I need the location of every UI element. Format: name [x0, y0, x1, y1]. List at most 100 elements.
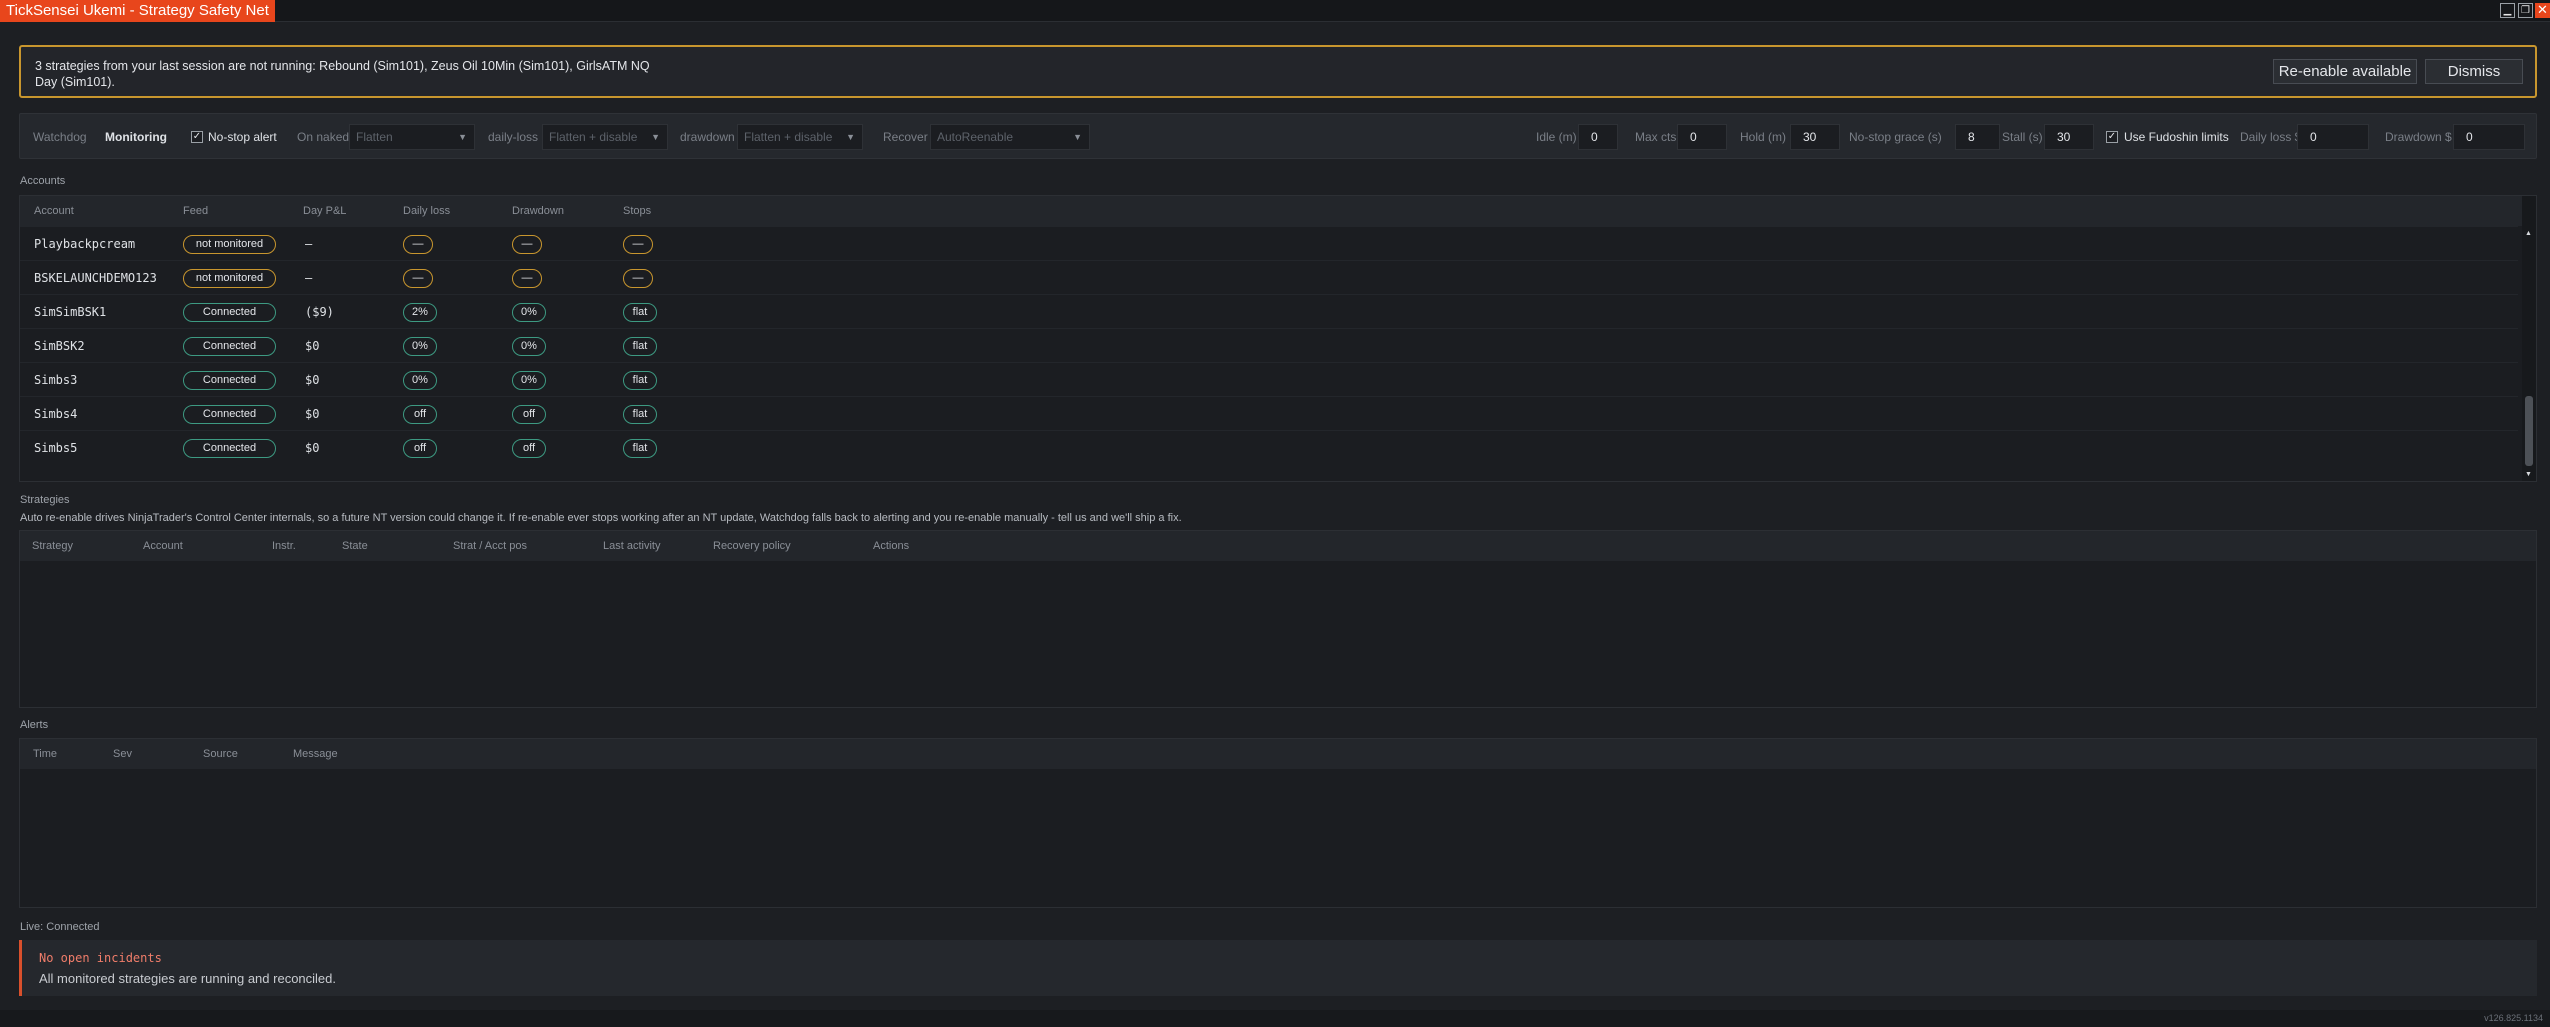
idle-label: Idle (m) — [1536, 130, 1577, 144]
banner-message: 3 strategies from your last session are … — [35, 59, 650, 89]
on-naked-label: On naked — [297, 130, 350, 144]
day-pnl: $0 — [305, 373, 320, 387]
on-naked-select[interactable]: Flatten ▼ — [349, 124, 475, 150]
drawdown-badge: — — [512, 269, 542, 288]
accounts-table: Account Feed Day P&L Daily loss Drawdown… — [19, 195, 2537, 482]
minimize-icon[interactable]: ▁ — [2500, 3, 2515, 18]
column-header[interactable]: Feed — [183, 196, 208, 226]
chevron-down-icon: ▼ — [458, 132, 467, 142]
column-header[interactable]: Drawdown — [512, 196, 564, 226]
column-header[interactable]: Daily loss — [403, 196, 450, 226]
stops-badge: — — [623, 235, 653, 254]
reenable-button[interactable]: Re-enable available — [2273, 59, 2417, 84]
dismiss-button[interactable]: Dismiss — [2425, 59, 2523, 84]
drawdown-badge: 0% — [512, 371, 546, 390]
account-name: SimBSK2 — [34, 339, 85, 353]
watchdog-settings-bar: Watchdog Monitoring ✓ No-stop alert On n… — [19, 113, 2537, 159]
feed-badge: not monitored — [183, 235, 276, 254]
column-header[interactable]: Source — [203, 739, 238, 769]
table-row[interactable]: Playbackpcream not monitored – — — — — [20, 226, 2518, 260]
day-pnl: $0 — [305, 407, 320, 421]
column-header[interactable]: Sev — [113, 739, 132, 769]
drawdown-badge: off — [512, 439, 546, 458]
column-header[interactable]: Message — [293, 739, 338, 769]
column-header[interactable]: Strategy — [32, 531, 73, 561]
recover-select[interactable]: AutoReenable ▼ — [930, 124, 1090, 150]
alerts-table-header: Time Sev Source Message — [20, 739, 2536, 769]
max-cts-input[interactable]: 0 — [1677, 124, 1727, 150]
daily-loss-dollars-input[interactable]: 0 — [2297, 124, 2369, 150]
table-row[interactable]: Simbs3 Connected $0 0% 0% flat — [20, 362, 2518, 396]
no-stop-grace-input[interactable]: 8 — [1955, 124, 2000, 150]
daily-loss-label: daily-loss — [488, 130, 539, 144]
fudoshin-checkbox[interactable]: ✓ — [2106, 131, 2118, 143]
table-row[interactable]: Simbs4 Connected $0 off off flat — [20, 396, 2518, 430]
column-header[interactable]: Instr. — [272, 531, 296, 561]
close-icon[interactable]: ✕ — [2535, 3, 2550, 18]
window-title: TickSensei Ukemi - Strategy Safety Net — [0, 0, 275, 22]
account-name: Simbs3 — [34, 373, 78, 387]
daily-loss-badge: off — [403, 439, 437, 458]
restore-icon[interactable]: ❐ — [2518, 3, 2533, 18]
accounts-table-header: Account Feed Day P&L Daily loss Drawdown… — [20, 196, 2536, 226]
alerts-section-label: Alerts — [20, 719, 49, 731]
title-bar: TickSensei Ukemi - Strategy Safety Net ▁… — [0, 0, 2550, 22]
drawdown-dollars-label: Drawdown $ — [2385, 130, 2452, 144]
daily-loss-badge: — — [403, 235, 433, 254]
account-name: Playbackpcream — [34, 237, 136, 251]
scroll-thumb[interactable] — [2525, 396, 2533, 466]
column-header[interactable]: Strat / Acct pos — [453, 531, 527, 561]
table-row[interactable]: Simbs5 Connected $0 off off flat — [20, 430, 2518, 464]
drawdown-value: Flatten + disable — [744, 130, 833, 144]
daily-loss-badge: 0% — [403, 337, 437, 356]
column-header[interactable]: Last activity — [603, 531, 660, 561]
accounts-scrollbar[interactable]: ▲ ▼ — [2522, 196, 2536, 481]
drawdown-badge: 0% — [512, 303, 546, 322]
stall-label: Stall (s) — [2002, 130, 2043, 144]
no-stop-alert-checkbox[interactable]: ✓ — [191, 131, 203, 143]
max-cts-label: Max cts — [1635, 130, 1677, 144]
day-pnl: $0 — [305, 339, 320, 353]
status-strip — [0, 1010, 2550, 1027]
day-pnl: – — [305, 237, 313, 251]
column-header[interactable]: Day P&L — [303, 196, 346, 226]
missing-strategies-banner: 3 strategies from your last session are … — [19, 45, 2537, 98]
column-header[interactable]: Account — [143, 531, 183, 561]
strategies-table-header: Strategy Account Instr. State Strat / Ac… — [20, 531, 2536, 561]
account-name: Simbs4 — [34, 407, 78, 421]
scroll-up-icon[interactable]: ▲ — [2525, 230, 2532, 237]
column-header[interactable]: State — [342, 531, 368, 561]
column-header[interactable]: Recovery policy — [713, 531, 791, 561]
strategies-table: Strategy Account Instr. State Strat / Ac… — [19, 530, 2537, 708]
incident-panel: No open incidents All monitored strategi… — [19, 940, 2537, 996]
daily-loss-badge: 0% — [403, 371, 437, 390]
stops-badge: flat — [623, 405, 657, 424]
column-header[interactable]: Stops — [623, 196, 651, 226]
table-row[interactable]: BSKELAUNCHDEMO123 not monitored – — — — — [20, 260, 2518, 294]
recover-value: AutoReenable — [937, 130, 1014, 144]
no-stop-grace-label: No-stop grace (s) — [1849, 130, 1942, 144]
drawdown-select[interactable]: Flatten + disable ▼ — [737, 124, 863, 150]
table-row[interactable]: SimBSK2 Connected $0 0% 0% flat — [20, 328, 2518, 362]
account-name: Simbs5 — [34, 441, 78, 455]
table-row[interactable]: SimSimBSK1 Connected ($9) 2% 0% flat — [20, 294, 2518, 328]
no-stop-alert-label: No-stop alert — [208, 130, 277, 144]
daily-loss-badge: — — [403, 269, 433, 288]
column-header[interactable]: Actions — [873, 531, 909, 561]
feed-badge: Connected — [183, 337, 276, 356]
column-header[interactable]: Time — [33, 739, 57, 769]
stall-input[interactable]: 30 — [2044, 124, 2094, 150]
hold-input[interactable]: 30 — [1790, 124, 1840, 150]
drawdown-badge: — — [512, 235, 542, 254]
scroll-down-icon[interactable]: ▼ — [2525, 471, 2532, 478]
idle-input[interactable]: 0 — [1578, 124, 1618, 150]
account-name: SimSimBSK1 — [34, 305, 107, 319]
drawdown-dollars-input[interactable]: 0 — [2453, 124, 2525, 150]
daily-loss-select[interactable]: Flatten + disable ▼ — [542, 124, 668, 150]
incident-title: No open incidents — [39, 951, 162, 965]
column-header[interactable]: Account — [34, 196, 74, 226]
strategies-section-label: Strategies — [20, 494, 70, 506]
feed-badge: Connected — [183, 439, 276, 458]
stops-badge: flat — [623, 371, 657, 390]
version-label: v126.825.1134 — [2484, 1013, 2543, 1023]
